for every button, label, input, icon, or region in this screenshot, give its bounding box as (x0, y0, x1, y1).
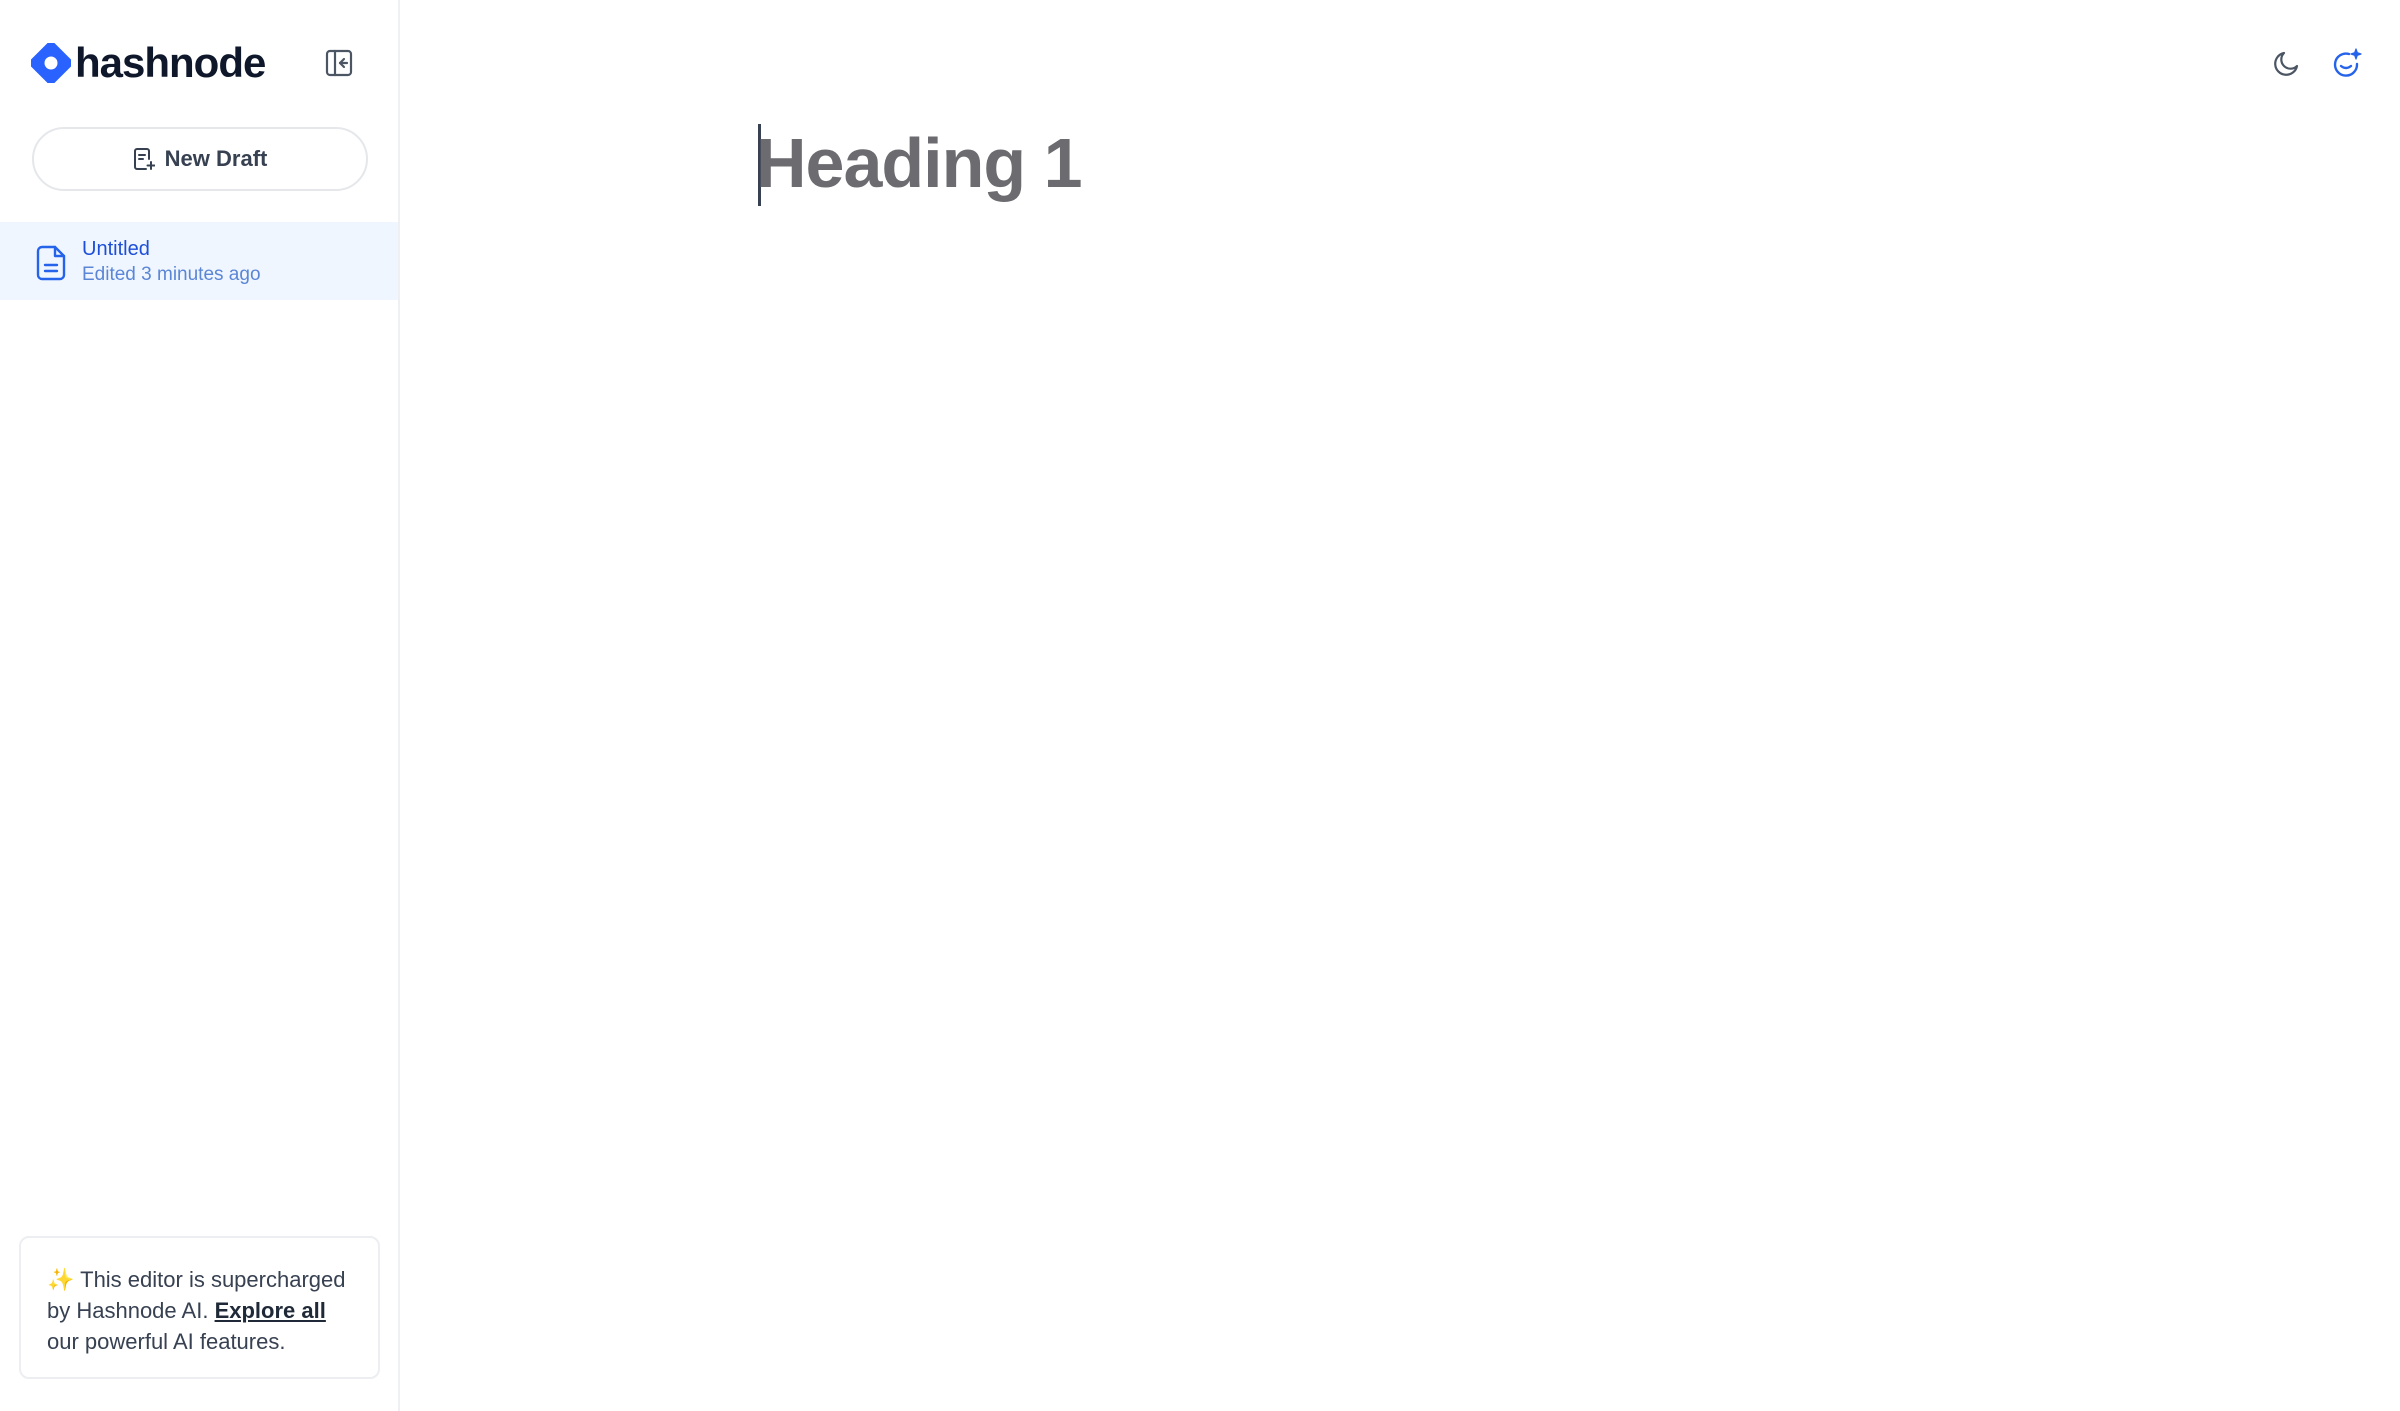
heading-input[interactable]: Heading 1 (756, 118, 1083, 208)
document-add-icon (133, 148, 155, 170)
sparkle-icon: ✨ (47, 1267, 75, 1292)
hashnode-logo[interactable]: hashnode (31, 39, 266, 86)
draft-title: Untitled (82, 238, 150, 260)
ai-card-text-end: our powerful AI features. (47, 1329, 286, 1354)
editor-canvas[interactable]: Heading 1 (402, 0, 2400, 1411)
sidebar-collapse-icon (325, 49, 353, 77)
sidebar: hashnode New Draft Untitled Edited 3 min… (0, 0, 400, 1411)
document-icon (36, 245, 66, 281)
new-draft-label: New Draft (164, 146, 268, 171)
editor-app: hashnode New Draft Untitled Edited 3 min… (0, 0, 2400, 1411)
collapse-sidebar-button[interactable] (322, 46, 356, 80)
hashnode-logo-icon (31, 43, 71, 83)
draft-list-item[interactable]: Untitled Edited 3 minutes ago (0, 222, 398, 300)
draft-texts: Untitled Edited 3 minutes ago (82, 236, 261, 288)
brand-name: hashnode (75, 39, 266, 86)
explore-ai-link[interactable]: Explore all (215, 1298, 326, 1323)
ai-promo-card: ✨ This editor is supercharged by Hashnod… (19, 1236, 380, 1379)
draft-edited-time: Edited 3 minutes ago (82, 264, 261, 285)
new-draft-button[interactable]: New Draft (32, 127, 368, 191)
